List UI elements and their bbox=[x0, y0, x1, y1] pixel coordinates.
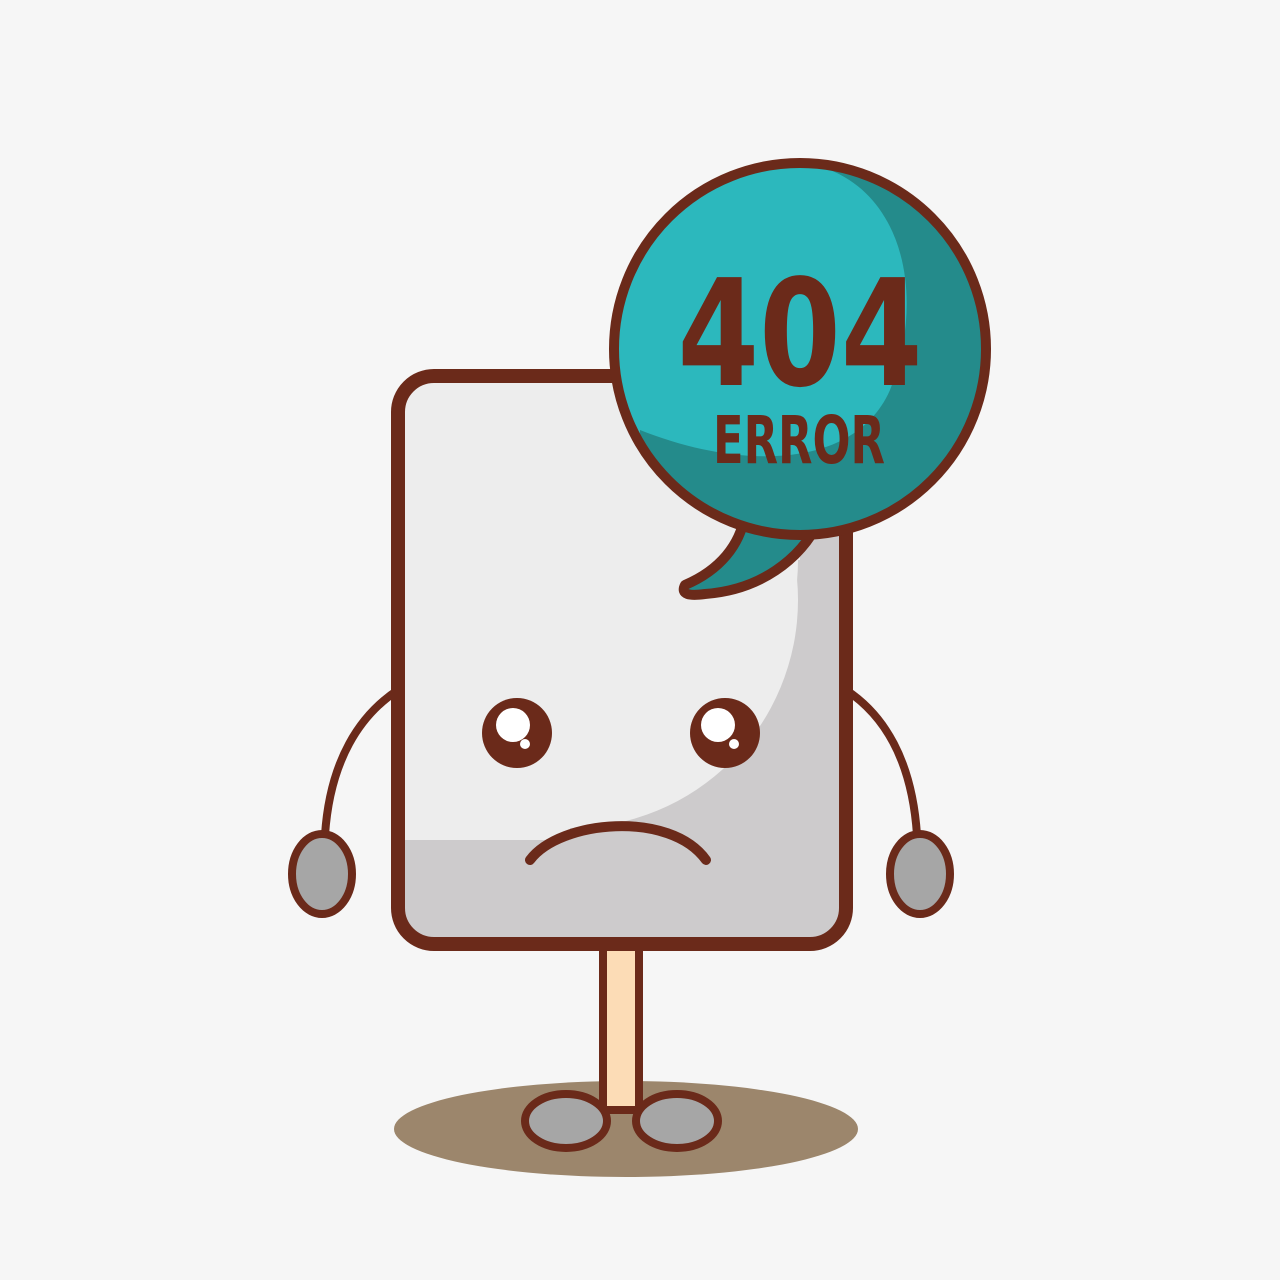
left-foot bbox=[521, 1090, 611, 1152]
error-code-text: 404 bbox=[678, 248, 923, 420]
character-leg bbox=[599, 942, 643, 1114]
right-hand bbox=[886, 830, 954, 918]
left-eye bbox=[482, 698, 552, 768]
left-hand bbox=[288, 830, 356, 918]
right-arm bbox=[842, 686, 921, 839]
sad-document-character-scene: 404 ERROR bbox=[288, 158, 991, 1177]
right-foot bbox=[632, 1090, 722, 1152]
error-label-text: ERROR bbox=[713, 402, 885, 479]
error-404-illustration: 404 ERROR bbox=[0, 0, 1280, 1280]
right-eye bbox=[690, 698, 760, 768]
left-arm bbox=[321, 686, 402, 839]
